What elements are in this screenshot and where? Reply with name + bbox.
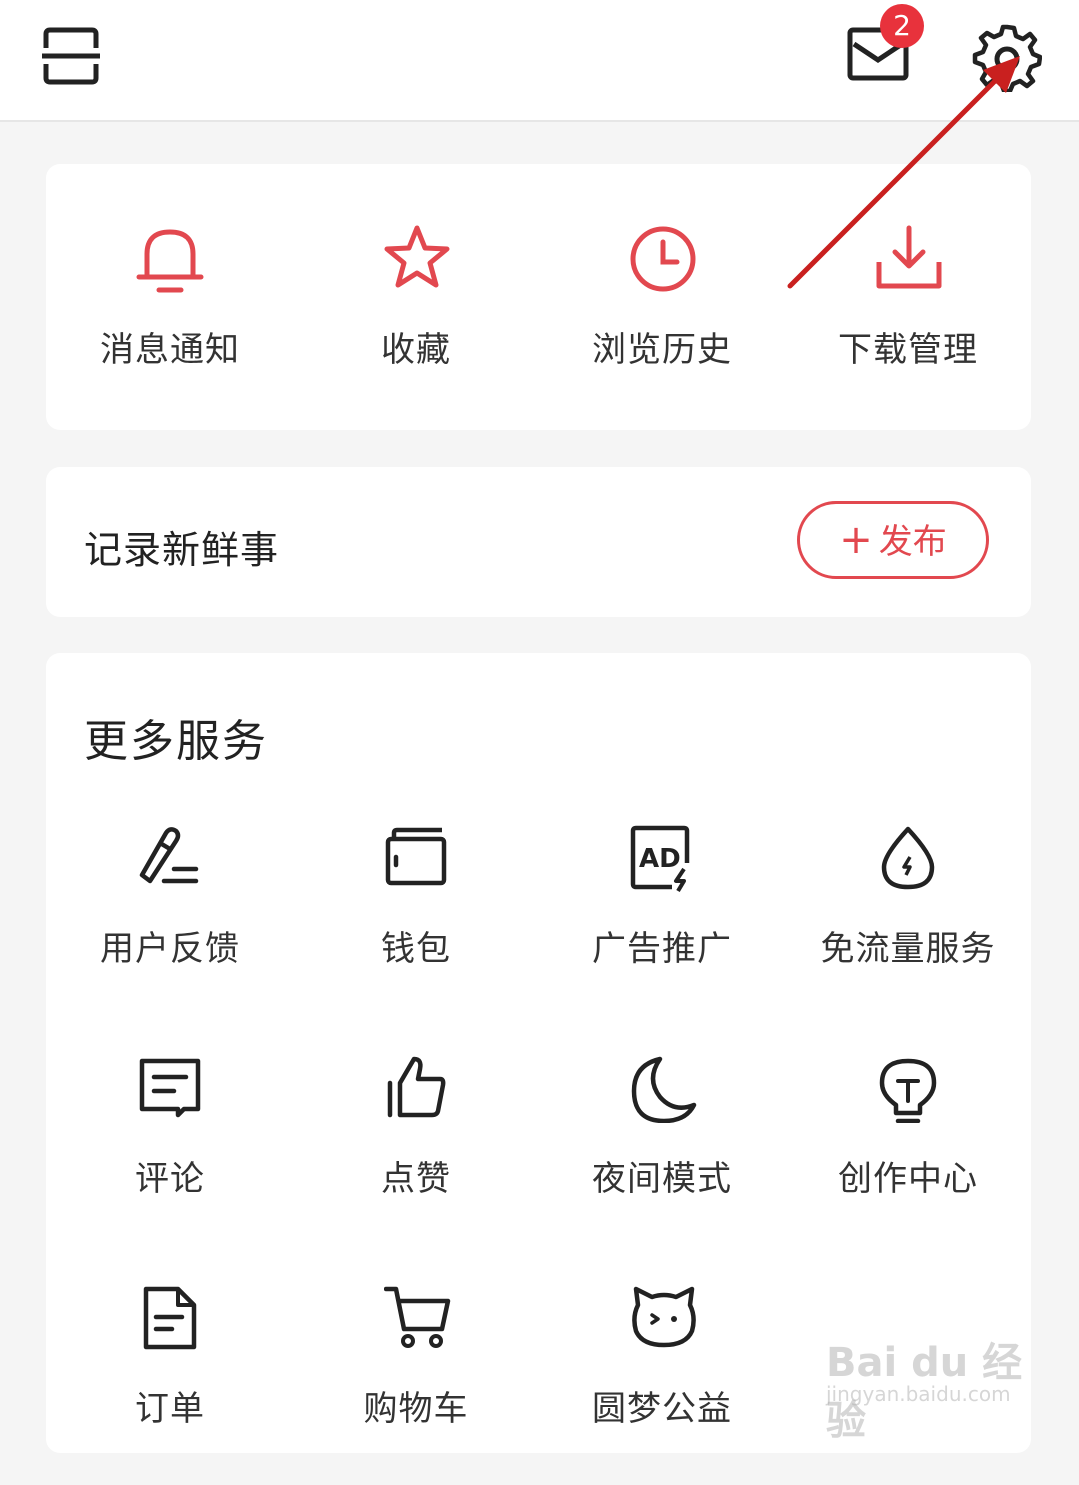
message-count-badge: 2 [880,4,924,48]
service-label: 钱包 [381,929,451,969]
pen-icon [139,827,199,884]
service-item-charity[interactable]: 圆梦公益 [552,1285,772,1485]
service-item-comments[interactable]: 评论 [60,1055,280,1255]
service-item-night-mode[interactable]: 夜间模式 [552,1055,772,1255]
document-icon [143,1286,197,1350]
top-bar: 2 [0,0,1079,122]
quick-actions-card: 消息通知 收藏 浏览历史 下载管理 [46,164,1031,430]
scan-icon[interactable] [40,26,102,86]
service-label: 夜间模式 [592,1159,732,1199]
services-title: 更多服务 [84,716,268,767]
quick-item-label: 收藏 [381,330,451,370]
post-card: 记录新鲜事 + 发布 [46,467,1031,617]
quick-item-label: 消息通知 [100,330,240,370]
thumbs-up-icon [387,1056,446,1118]
service-label: 订单 [135,1389,205,1429]
service-item-cart[interactable]: 购物车 [306,1285,526,1485]
quick-item-favorites[interactable]: 收藏 [316,164,516,430]
service-label: 创作中心 [838,1159,978,1199]
quick-item-label: 下载管理 [838,330,978,370]
service-item-free-data[interactable]: 免流量服务 [798,825,1018,1025]
download-icon [876,225,942,289]
drop-icon [881,826,935,890]
service-item-likes[interactable]: 点赞 [306,1055,526,1255]
watermark: Bai du 经验 jingyan.baidu.com [826,1330,1026,1444]
bell-icon [136,229,204,293]
cat-face-icon [632,1286,696,1348]
post-prompt: 记录新鲜事 [84,528,280,572]
plus-icon: + [839,517,873,563]
quick-item-history[interactable]: 浏览历史 [562,164,762,430]
service-label: 广告推广 [592,929,732,969]
publish-button-label: 发布 [878,522,947,562]
quick-item-notifications[interactable]: 消息通知 [70,164,270,430]
service-label: 免流量服务 [820,929,996,969]
service-label: 评论 [135,1159,205,1199]
star-icon [384,225,450,288]
quick-item-label: 浏览历史 [592,330,732,370]
service-label: 购物车 [363,1389,469,1429]
service-item-feedback[interactable]: 用户反馈 [60,825,280,1025]
ad-icon: AD [630,825,690,893]
service-label: 点赞 [381,1159,451,1199]
service-label: 用户反馈 [100,929,240,969]
comment-icon [139,1058,201,1118]
service-item-orders[interactable]: 订单 [60,1285,280,1485]
moon-icon [631,1056,697,1123]
clock-icon [630,226,696,292]
service-item-ads[interactable]: AD 广告推广 [552,825,772,1025]
publish-button[interactable]: + 发布 [797,501,989,579]
cart-icon [384,1286,451,1348]
wallet-icon [385,827,447,886]
lightbulb-icon [879,1058,937,1123]
service-label: 圆梦公益 [592,1389,732,1429]
service-item-creator-center[interactable]: 创作中心 [798,1055,1018,1255]
quick-item-downloads[interactable]: 下载管理 [808,164,1008,430]
settings-icon[interactable] [972,22,1042,92]
watermark-sub: jingyan.baidu.com [826,1382,1011,1406]
service-item-wallet[interactable]: 钱包 [306,825,526,1025]
ad-icon-text: AD [639,844,681,874]
